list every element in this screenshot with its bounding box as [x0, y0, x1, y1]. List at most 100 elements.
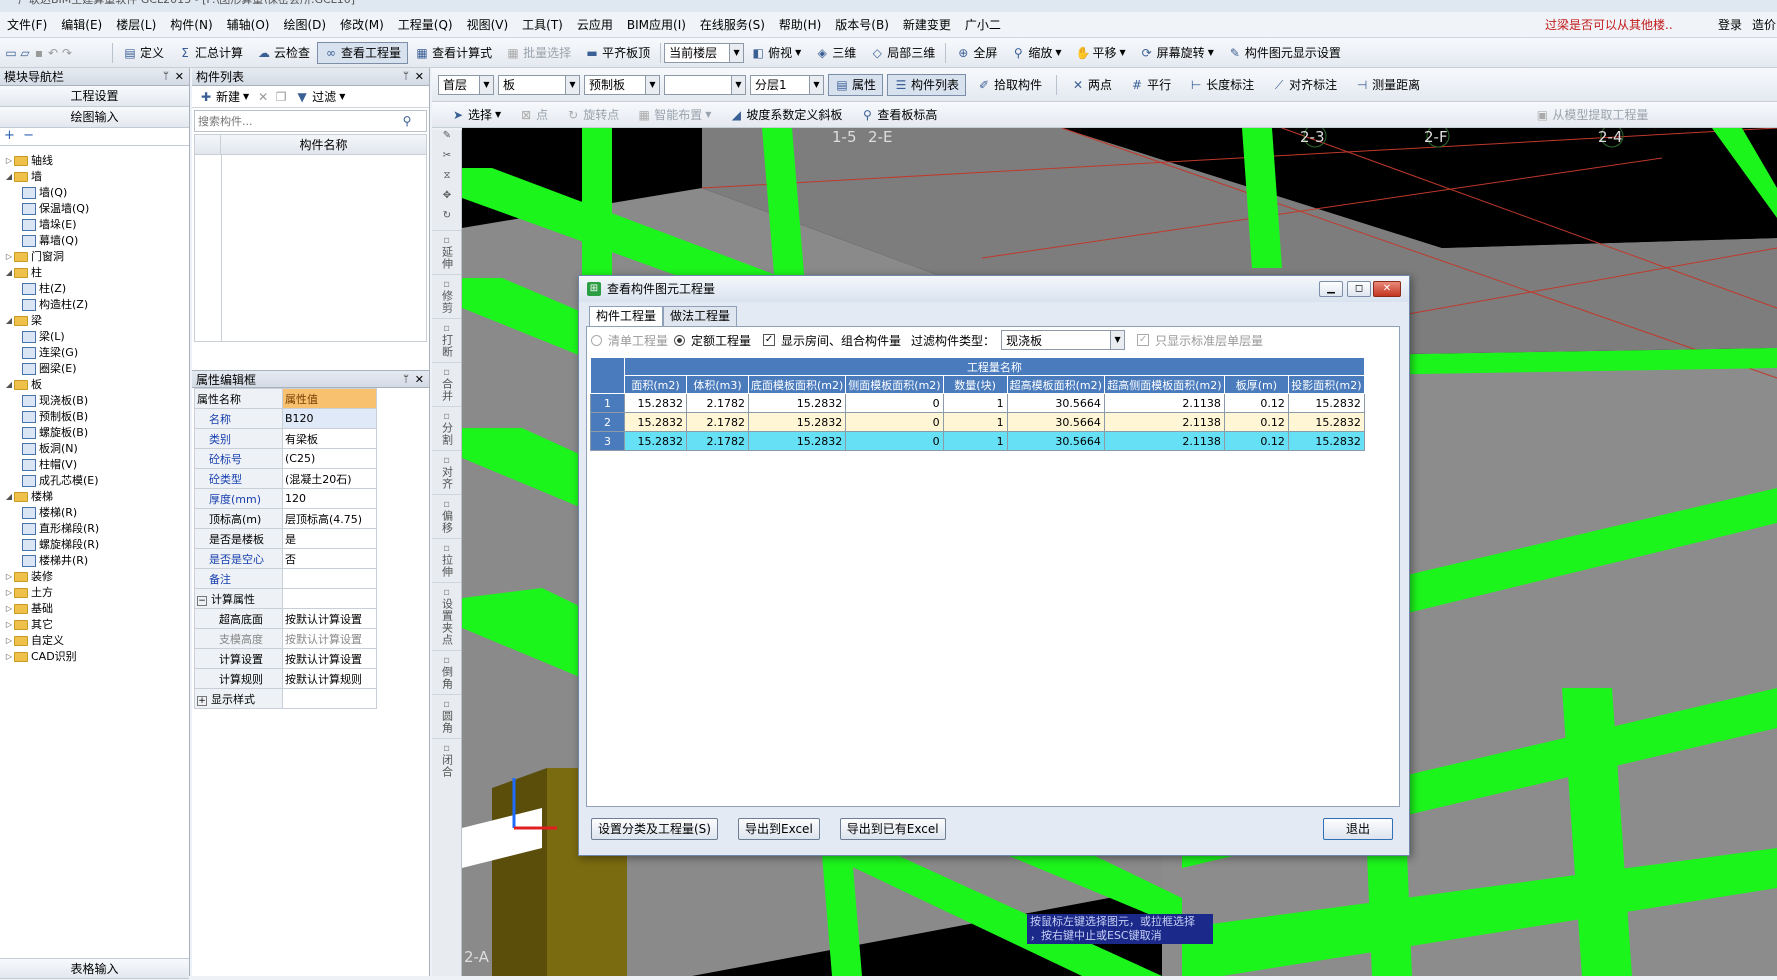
property-row[interactable]: 支模高度 按默认计算设置: [194, 628, 377, 649]
menu-item[interactable]: 视图(V): [460, 12, 516, 38]
qty-column-header[interactable]: 超高模板面积(m2): [1006, 375, 1105, 394]
nav-folder[interactable]: ◢ 柱: [0, 265, 189, 281]
filter-type-dropdown[interactable]: 现浇板 ▼: [1001, 330, 1126, 350]
three-d-button[interactable]: ◈ 三维: [808, 42, 863, 64]
vertical-tool[interactable]: ▫ 修剪: [432, 274, 461, 318]
nav-folder[interactable]: ▷ 其它: [0, 617, 189, 633]
qty-cell[interactable]: 2.1138: [1103, 431, 1225, 451]
zoom-button[interactable]: ⚲ 缩放 ▼: [1004, 42, 1068, 64]
component-list-button[interactable]: ☰ 构件列表: [887, 73, 967, 96]
qty-cell[interactable]: 30.5664: [1006, 431, 1105, 451]
nav-item[interactable]: 成孔芯模(E): [0, 473, 189, 489]
qty-column-header[interactable]: 板厚(m): [1223, 375, 1289, 394]
define-button[interactable]: ▤ 定义: [116, 42, 171, 64]
menu-item[interactable]: 辅轴(O): [220, 12, 277, 38]
local-3d-button[interactable]: ◇ 局部三维: [863, 42, 942, 64]
top-view-button[interactable]: ◧ 俯视 ▼: [744, 42, 808, 64]
close-icon[interactable]: ✕: [1373, 281, 1401, 297]
delete-icon[interactable]: ✕: [256, 90, 270, 104]
prop-value-cell[interactable]: 否: [282, 548, 377, 569]
qty-cell[interactable]: 15.2832: [624, 431, 687, 451]
vertical-tool[interactable]: ▫ 打断: [432, 318, 461, 362]
save-icon[interactable]: ▪: [32, 46, 46, 60]
menu-item[interactable]: 版本号(B): [828, 12, 896, 38]
close-icon[interactable]: ✕: [415, 371, 424, 389]
drawing-input-button[interactable]: 绘图输入: [0, 107, 189, 128]
expand-icon[interactable]: ▷: [4, 153, 14, 169]
undo-icon[interactable]: ↶: [46, 46, 60, 60]
nav-item[interactable]: 螺旋板(B): [0, 425, 189, 441]
menu-item[interactable]: 文件(F): [0, 12, 54, 38]
view-slab-height-button[interactable]: ⚲ 查看板标高: [853, 104, 944, 126]
search-input[interactable]: [195, 114, 400, 128]
smart-layout-button[interactable]: ▦ 智能布置 ▼: [630, 104, 718, 126]
property-row[interactable]: 备注: [194, 568, 377, 589]
radio-norm-qty[interactable]: [674, 334, 686, 346]
nav-item[interactable]: 楼梯井(R): [0, 553, 189, 569]
nav-item[interactable]: 直形梯段(R): [0, 521, 189, 537]
vertical-tool[interactable]: ▫ 闭合: [432, 738, 461, 782]
collapse-icon[interactable]: −: [197, 595, 207, 606]
collapse-icon[interactable]: ◢: [4, 169, 14, 185]
full-screen-button[interactable]: ⊕ 全屏: [949, 42, 1004, 64]
layer-select-dropdown[interactable]: 当前楼层 ▼: [664, 42, 745, 63]
vertical-tool[interactable]: ▫ 对齐: [432, 450, 461, 494]
project-settings-button[interactable]: 工程设置: [0, 86, 189, 107]
qty-row[interactable]: 1 15.2832 2.1782 15.2832 0 1 30.5664 2.1138 0.12…: [590, 393, 1365, 413]
nav-folder[interactable]: ◢ 墙: [0, 169, 189, 185]
notice-link[interactable]: 过梁是否可以从其他楼..: [1545, 12, 1673, 38]
nav-item[interactable]: 幕墙(Q): [0, 233, 189, 249]
scissors-icon[interactable]: ✂: [432, 150, 462, 170]
qty-cell[interactable]: 2.1782: [686, 393, 749, 413]
qty-column-header[interactable]: 体积(m3): [686, 375, 749, 394]
property-row[interactable]: 类别 有梁板: [194, 428, 377, 449]
batch-select-button[interactable]: ▦ 批量选择: [499, 42, 578, 64]
nav-folder[interactable]: ▷ 自定义: [0, 633, 189, 649]
qty-cell[interactable]: 2.1782: [686, 412, 749, 432]
prop-value-cell[interactable]: 按默认计算规则: [282, 668, 377, 689]
prop-value-cell[interactable]: 有梁板: [282, 428, 377, 449]
menu-item[interactable]: 绘图(D): [276, 12, 333, 38]
qty-cell[interactable]: 15.2832: [747, 393, 847, 413]
property-row[interactable]: 是否是空心 否: [194, 548, 377, 569]
qty-column-header[interactable]: 侧面模板面积(m2): [845, 375, 944, 394]
measure-distance-button[interactable]: ⊣ 测量距离: [1348, 74, 1427, 96]
tab-component-qty[interactable]: 构件工程量: [589, 306, 664, 327]
menu-item[interactable]: 修改(M): [333, 12, 391, 38]
expand-icon[interactable]: +: [197, 695, 207, 706]
collapse-icon[interactable]: ◢: [4, 265, 14, 281]
align-top-button[interactable]: ▬ 平齐板顶: [578, 42, 657, 64]
nav-folder[interactable]: ▷ 门窗洞: [0, 249, 189, 265]
checkbox-std-floor[interactable]: ✓: [1137, 334, 1150, 346]
nav-folder[interactable]: ▷ 轴线: [0, 153, 189, 169]
qty-cell[interactable]: 2.1782: [686, 431, 749, 451]
prop-value-cell[interactable]: B120: [282, 408, 377, 429]
nav-item[interactable]: 螺旋梯段(R): [0, 537, 189, 553]
nav-item[interactable]: 连梁(G): [0, 345, 189, 361]
expand-icon[interactable]: ▷: [4, 569, 14, 585]
vertical-tool[interactable]: ▫ 圆角: [432, 694, 461, 738]
nav-item[interactable]: 预制板(B): [0, 409, 189, 425]
property-row[interactable]: 计算规则 按默认计算规则: [194, 668, 377, 689]
pin-icon[interactable]: ᛘ: [163, 68, 169, 86]
prop-value-cell[interactable]: (C25): [282, 448, 377, 469]
slope-define-button[interactable]: ◢ 坡度系数定义斜板: [722, 104, 849, 126]
view-formula-button[interactable]: ▦ 查看计算式: [408, 42, 499, 64]
menu-item[interactable]: 工程量(Q): [391, 12, 460, 38]
screen-rotate-button[interactable]: ⟳ 屏幕旋转 ▼: [1133, 42, 1221, 64]
qty-row[interactable]: 2 15.2832 2.1782 15.2832 0 1 30.5664 2.1138 0.12…: [590, 412, 1365, 432]
open-file-icon[interactable]: ▱: [18, 46, 32, 60]
search-icon[interactable]: ⚲: [400, 114, 414, 128]
prop-value-cell[interactable]: 是: [282, 528, 377, 549]
extra-menu[interactable]: 造价: [1752, 12, 1776, 38]
qty-cell[interactable]: 15.2832: [624, 393, 687, 413]
prop-value-cell[interactable]: [282, 568, 377, 589]
pin-icon[interactable]: ᛘ: [403, 68, 409, 86]
qty-column-header[interactable]: 数量(块): [942, 375, 1008, 394]
vertical-tool[interactable]: ▫ 倒角: [432, 650, 461, 694]
property-row[interactable]: 超高底面 按默认计算设置: [194, 608, 377, 629]
two-points-button[interactable]: ✕ 两点: [1064, 74, 1119, 96]
checkbox-show-rooms[interactable]: ✓: [763, 334, 776, 346]
menu-item[interactable]: 构件(N): [163, 12, 219, 38]
menu-item[interactable]: 帮助(H): [772, 12, 828, 38]
